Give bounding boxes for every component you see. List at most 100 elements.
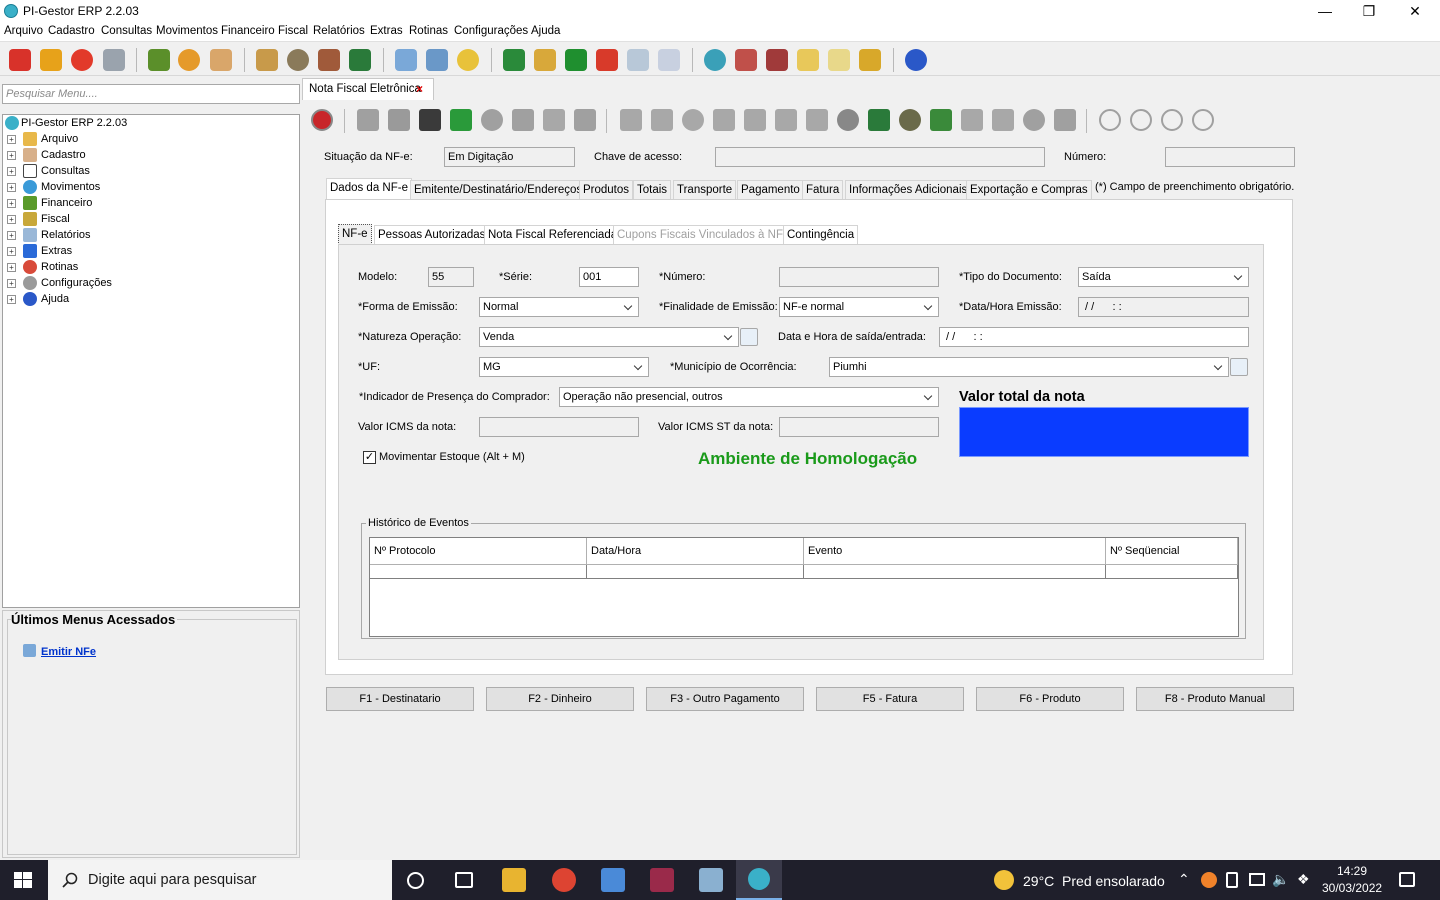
taskbar-search-box[interactable]: Digite aqui para pesquisar [48,860,392,900]
shield-icon[interactable] [574,109,596,131]
menu-extras[interactable]: Extras [370,25,403,37]
expand-icon[interactable]: + [7,295,16,304]
gear-icon[interactable] [837,109,859,131]
tab-exportacao[interactable]: Exportação e Compras [966,180,1092,200]
tree-item-arquivo[interactable]: + Arquivo [3,131,299,147]
app-cube-icon[interactable] [601,868,625,892]
first-record-icon[interactable] [1099,109,1121,131]
tab-informacoes-adicionais[interactable]: Informações Adicionais [845,180,972,200]
tab-totais[interactable]: Totais [633,180,672,200]
f5-fatura-button[interactable]: F5 - Fatura [816,687,964,711]
menu-configuracoes[interactable]: Configurações [454,25,528,37]
notifications-icon[interactable] [1399,872,1415,887]
chrome-icon[interactable] [552,868,576,892]
winrar-icon[interactable] [650,868,674,892]
minimize-button[interactable]: — [1302,0,1348,22]
natureza-select[interactable]: Venda [479,327,739,347]
tab-transporte[interactable]: Transporte [673,180,737,200]
subtab-pessoas-autorizadas[interactable]: Pessoas Autorizadas [374,225,490,245]
f6-produto-button[interactable]: F6 - Produto [976,687,1124,711]
col-sequencial[interactable]: Nº Seqüencial [1106,538,1238,565]
tree-item-consultas[interactable]: + Consultas [3,163,299,179]
tool-6-icon[interactable] [806,109,828,131]
tree-item-fiscal[interactable]: + Fiscal [3,211,299,227]
link-icon[interactable] [457,49,479,71]
menu-search-input[interactable]: Pesquisar Menu.... [2,84,300,104]
calendar-alarm-icon[interactable] [766,49,788,71]
data-saida-input[interactable]: / / : : [939,327,1249,347]
sign-icon[interactable] [512,109,534,131]
weather-text[interactable]: 29°C Pred ensolarado [1023,873,1165,889]
book-icon[interactable] [992,109,1014,131]
tree-item-rotinas[interactable]: + Rotinas [3,259,299,275]
expand-icon[interactable]: + [7,279,16,288]
tray-chevron-icon[interactable]: ⌃ [1178,871,1190,888]
subtab-nfe[interactable]: NF-e [338,224,372,245]
edit-icon[interactable] [797,49,819,71]
menu-cadastro[interactable]: Cadastro [48,25,95,37]
tool-2-icon[interactable] [651,109,673,131]
list-icon[interactable] [961,109,983,131]
tool-1-icon[interactable] [620,109,642,131]
tree-item-financeiro[interactable]: + Financeiro [3,195,299,211]
calendar-icon[interactable] [735,49,757,71]
volume-icon[interactable]: 🔈 [1272,871,1289,888]
documents-icon[interactable] [256,49,278,71]
previous-record-icon[interactable] [1130,109,1152,131]
tree-item-relatorios[interactable]: + Relatórios [3,227,299,243]
network-icon[interactable] [1249,873,1265,886]
help-icon[interactable] [905,49,927,71]
clock-time[interactable]: 14:29 [1337,864,1367,878]
nfce-icon[interactable] [426,49,448,71]
municipio-search-icon[interactable] [1230,358,1248,376]
user-icon[interactable] [178,49,200,71]
report-r-icon[interactable] [627,49,649,71]
notes-icon[interactable] [828,49,850,71]
report-p-icon[interactable] [658,49,680,71]
f8-produto-manual-button[interactable]: F8 - Produto Manual [1136,687,1294,711]
tab-fatura[interactable]: Fatura [802,180,844,200]
monitor-icon[interactable] [349,49,371,71]
download-icon[interactable] [930,109,952,131]
table-row[interactable] [370,565,587,579]
refresh-icon[interactable] [481,109,503,131]
natureza-search-icon[interactable] [740,328,758,346]
movimentar-estoque-checkbox[interactable]: ✓ [363,451,376,464]
search-icon[interactable] [682,109,704,131]
close-window-button[interactable]: ✕ [1392,0,1438,22]
monitor-icon[interactable] [868,109,890,131]
menu-movimentos[interactable]: Movimentos [156,25,218,37]
book-icon[interactable] [859,49,881,71]
refresh-icon[interactable] [71,49,93,71]
menu-fiscal[interactable]: Fiscal [278,25,308,37]
forma-emissao-select[interactable]: Normal [479,297,639,317]
cancel-grey-icon[interactable] [1023,109,1045,131]
recent-link-emitir-nfe[interactable]: Emitir NFe [41,646,96,658]
subtab-contingencia[interactable]: Contingência [783,225,859,245]
expand-icon[interactable]: + [7,199,16,208]
tree-item-extras[interactable]: + Extras [3,243,299,259]
clock-date[interactable]: 30/03/2022 [1322,881,1382,895]
col-evento[interactable]: Evento [804,538,1106,565]
subtab-nota-referenciada[interactable]: Nota Fiscal Referenciada [484,225,622,245]
nfe-icon[interactable] [395,49,417,71]
tab-emitente[interactable]: Emitente/Destinatário/Endereços [410,180,587,200]
dropbox-icon[interactable]: ❖ [1297,871,1310,888]
warehouse-icon[interactable] [899,109,921,131]
maximize-button[interactable]: ❐ [1346,0,1392,22]
menu-relatorios[interactable]: Relatórios [313,25,365,37]
menu-arquivo[interactable]: Arquivo [4,25,43,37]
tab-nota-fiscal[interactable]: Nota Fiscal Eletrônica × [302,78,434,100]
cortana-icon[interactable] [407,872,424,889]
tree-item-movimentos[interactable]: + Movimentos [3,179,299,195]
tab-pagamento[interactable]: Pagamento [737,180,804,200]
windows-start-icon[interactable] [14,872,32,888]
cancel-icon[interactable] [311,109,333,131]
last-record-icon[interactable] [1192,109,1214,131]
tray-device-icon[interactable] [1226,872,1238,888]
municipio-select[interactable]: Piumhi [829,357,1229,377]
expand-icon[interactable]: + [7,231,16,240]
receivable-icon[interactable] [565,49,587,71]
spreadsheet-icon[interactable] [503,49,525,71]
new-document-icon[interactable] [357,109,379,131]
